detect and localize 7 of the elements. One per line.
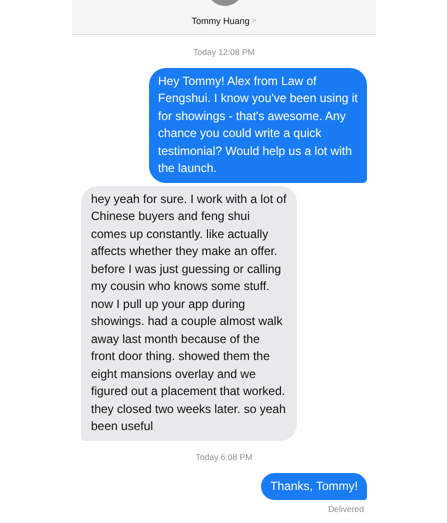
contact-name-button[interactable]: Tommy Huang > (192, 14, 256, 28)
timestamp: Today 12:08 PM (193, 46, 255, 59)
received-message-bubble: hey yeah for sure. I work with a lot of Chinese buyers and feng shui comes up constantly. like actually affects whether they make an offer. before I was just guessing or calling my cousin who knows some stuff. now I pull up your app during showings. had a couple almost walk away last month because of the front door thing. showed them the eight mansions overlay and we figured out a placement that worked. they closed two weeks later. so yeah been useful (81, 186, 297, 441)
timestamp: Today 6:08 PM (196, 450, 252, 464)
sent-message-bubble: Thanks, Tommy! (261, 472, 367, 500)
sent-message-bubble: Hey Tommy! Alex from Law of Fengshui. I know you've been using it for showings - that's awesome. Any chance you could write a quick testimonial? Would help us a lot with the launch. (149, 68, 367, 183)
delivery-status: Delivered (328, 503, 364, 516)
